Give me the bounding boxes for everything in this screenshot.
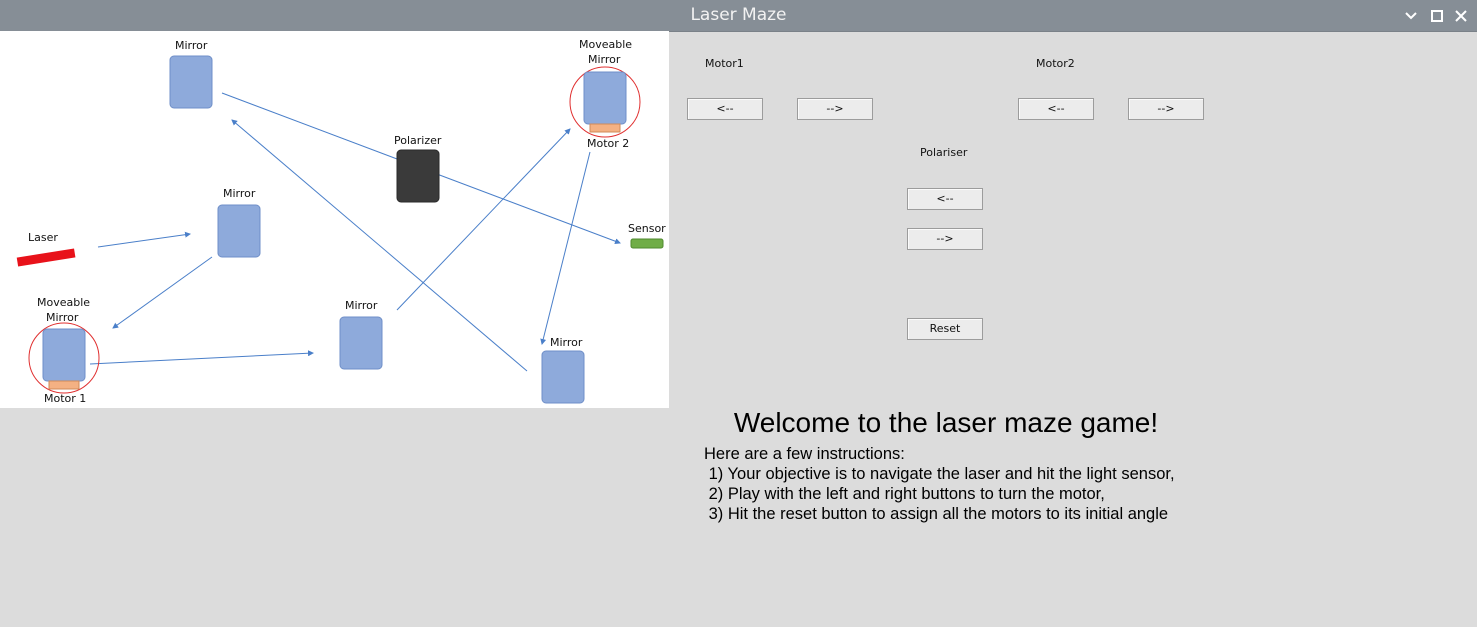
laser [16,248,76,267]
maximize-icon[interactable] [1427,6,1447,26]
motor1-right-button[interactable]: --> [797,98,873,120]
motor2-label: Motor2 [1036,57,1075,70]
beam-segment [112,256,213,329]
motor-1-label: Motor 1 [44,392,87,405]
motor2-left-button[interactable]: <-- [1018,98,1094,120]
laser-label: Laser [28,231,58,244]
moveable-mirror-2-label-line1: Moveable [579,38,633,51]
mirror-label: Mirror [345,299,378,312]
mirror-bottom-right [541,350,585,404]
instruction-line: 3) Hit the reset button to assign all th… [704,505,1169,523]
polarizer-label: Polarizer [394,134,442,147]
minimize-icon[interactable] [1401,6,1421,26]
instruction-line: 2) Play with the left and right buttons … [704,485,1105,503]
moveable-mirror-2-label-line2: Mirror [588,53,621,66]
title-bar: Laser Maze [0,0,1477,32]
polarizer [396,149,440,203]
mirror-bottom-center [339,316,383,370]
mirror-mid-left [217,204,261,258]
mirror-top-left [169,55,213,109]
motor-2 [589,123,621,133]
moveable-mirror-1-label-line1: Moveable [37,296,91,309]
window-title: Laser Maze [690,5,787,25]
polariser-left-button[interactable]: <-- [907,188,983,210]
sensor-label: Sensor [628,222,666,235]
diagram-svg [16,55,664,404]
instruction-line: 1) Your objective is to navigate the las… [704,465,1175,483]
beam-segment [89,350,314,365]
laser-maze-diagram: Mirror Moveable Mirror Motor 2 Polarizer… [0,31,669,408]
welcome-heading: Welcome to the laser maze game! [733,407,1159,438]
instructions-intro: Here are a few instructions: [704,445,905,463]
mirror-label: Mirror [223,187,256,200]
moveable-mirror-2 [583,71,627,125]
beam-segment [540,151,591,345]
reset-button[interactable]: Reset [907,318,983,340]
moveable-mirror-1-label-line2: Mirror [46,311,79,324]
mirror-label: Mirror [550,336,583,349]
sensor [630,238,664,249]
polariser-label: Polariser [920,146,968,159]
mirror-label: Mirror [175,39,208,52]
motor1-label: Motor1 [705,57,744,70]
beam-segment [97,231,191,248]
motor-1 [48,380,80,390]
motor-2-label: Motor 2 [587,137,630,150]
moveable-mirror-1 [42,328,86,382]
motor2-right-button[interactable]: --> [1128,98,1204,120]
motor1-left-button[interactable]: <-- [687,98,763,120]
close-icon[interactable] [1451,6,1471,26]
polariser-right-button[interactable]: --> [907,228,983,250]
